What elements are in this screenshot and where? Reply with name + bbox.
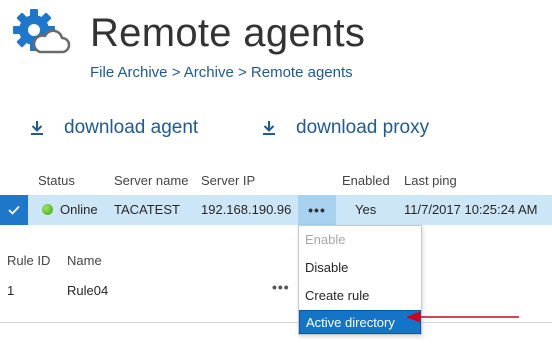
column-header-status[interactable]: Status (38, 173, 75, 189)
annotation-arrow-icon (406, 311, 519, 323)
server-ip-cell: 192.168.190.96 (201, 202, 292, 217)
menu-item-enable: Enable (305, 232, 346, 247)
download-icon (31, 121, 43, 135)
breadcrumb[interactable]: File Archive > Archive > Remote agents (90, 64, 353, 82)
online-status-icon (42, 204, 53, 215)
download-icon (263, 121, 275, 135)
checkmark-icon (8, 205, 20, 215)
rule-id-cell: 1 (7, 283, 15, 298)
column-header-last-ping[interactable]: Last ping (404, 173, 457, 189)
server-name-cell: TACATEST (114, 202, 180, 217)
row-actions-button[interactable]: ••• (298, 195, 336, 225)
last-ping-cell: 11/7/2017 10:25:24 AM (404, 202, 538, 217)
column-header-server-ip[interactable]: Server IP (201, 173, 255, 189)
status-text: Online (60, 202, 98, 217)
menu-item-active-directory[interactable]: Active directory (299, 310, 421, 334)
column-header-rule-id[interactable]: Rule ID (7, 253, 50, 269)
download-agent-button[interactable]: download agent (30, 115, 198, 141)
column-header-enabled[interactable]: Enabled (342, 173, 390, 189)
gear-cloud-icon (13, 9, 71, 54)
enabled-cell: Yes (355, 202, 377, 217)
table-row[interactable]: Online TACATEST 192.168.190.96 ••• Yes 1… (0, 195, 552, 225)
rule-name-cell: Rule04 (67, 283, 109, 298)
download-proxy-button[interactable]: download proxy (262, 115, 429, 141)
download-agent-label: download agent (64, 117, 199, 138)
download-proxy-label: download proxy (296, 117, 430, 138)
column-header-server-name[interactable]: Server name (114, 173, 188, 189)
menu-item-disable[interactable]: Disable (299, 256, 421, 280)
rule-actions-button[interactable]: ••• (272, 279, 290, 295)
page-title: Remote agents (90, 11, 366, 55)
column-header-name[interactable]: Name (67, 253, 102, 269)
menu-item-create-rule[interactable]: Create rule (299, 284, 421, 308)
row-select-checkbox[interactable] (0, 195, 28, 225)
